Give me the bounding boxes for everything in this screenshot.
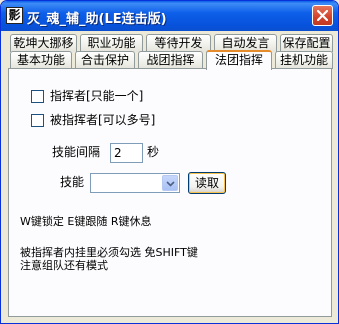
window-title: 灭_魂_辅_助(LE连击版) bbox=[27, 12, 167, 27]
commanded-label[interactable]: 被指挥者[可以多号] bbox=[50, 113, 155, 128]
tab-pending-dev[interactable]: 等待开发 bbox=[146, 34, 211, 52]
main-window: 影 灭_魂_辅_助(LE连击版) 乾坤大挪移 职业功能 等待开发 自动发言 保存… bbox=[0, 0, 339, 324]
skill-label: 技能 bbox=[60, 175, 85, 189]
skill-select[interactable] bbox=[90, 173, 180, 193]
tab-job-functions[interactable]: 职业功能 bbox=[80, 34, 143, 52]
read-button[interactable]: 读取 bbox=[188, 172, 226, 194]
skill-select-dropdown[interactable] bbox=[162, 175, 178, 191]
tab-row-top: 乾坤大挪移 职业功能 等待开发 自动发言 保存配置 bbox=[1, 34, 338, 52]
tab-mage-command[interactable]: 法团指挥 bbox=[206, 50, 272, 70]
skill-interval-unit: 秒 bbox=[147, 145, 160, 159]
tab-warrior-command[interactable]: 战团指挥 bbox=[138, 51, 203, 69]
tab-basic-functions[interactable]: 基本功能 bbox=[10, 51, 72, 69]
title-bar[interactable]: 影 灭_魂_辅_助(LE连击版) bbox=[1, 1, 338, 31]
app-icon[interactable]: 影 bbox=[6, 7, 23, 24]
skill-interval-input[interactable] bbox=[110, 143, 143, 163]
close-icon bbox=[317, 10, 328, 21]
tab-save-config[interactable]: 保存配置 bbox=[280, 34, 333, 52]
tab-qiankun[interactable]: 乾坤大挪移 bbox=[10, 34, 77, 52]
hotkeys-hint: W键锁定 E键跟随 R键休息 bbox=[20, 215, 152, 228]
tab-panel: 指挥者[只能一个] 被指挥者[可以多号] 技能间隔 秒 技能 读取 W键锁定 E… bbox=[8, 68, 332, 317]
commander-checkbox[interactable] bbox=[31, 90, 44, 103]
team-mode-note: 注意组队还有模式 bbox=[20, 259, 108, 272]
tab-combo-protect[interactable]: 合击保护 bbox=[75, 51, 135, 69]
skill-interval-label: 技能间隔 bbox=[52, 145, 101, 159]
commanded-note: 被指挥者内挂里必须勾选 免SHIFT键 bbox=[20, 246, 198, 259]
close-button[interactable] bbox=[312, 5, 333, 26]
chevron-down-icon bbox=[166, 181, 175, 187]
tab-row-bottom: 基本功能 合击保护 战团指挥 法团指挥 挂机功能 bbox=[1, 50, 338, 70]
commander-label[interactable]: 指挥者[只能一个] bbox=[50, 89, 143, 104]
tab-afk-functions[interactable]: 挂机功能 bbox=[275, 51, 333, 69]
commanded-checkbox[interactable] bbox=[31, 114, 44, 127]
